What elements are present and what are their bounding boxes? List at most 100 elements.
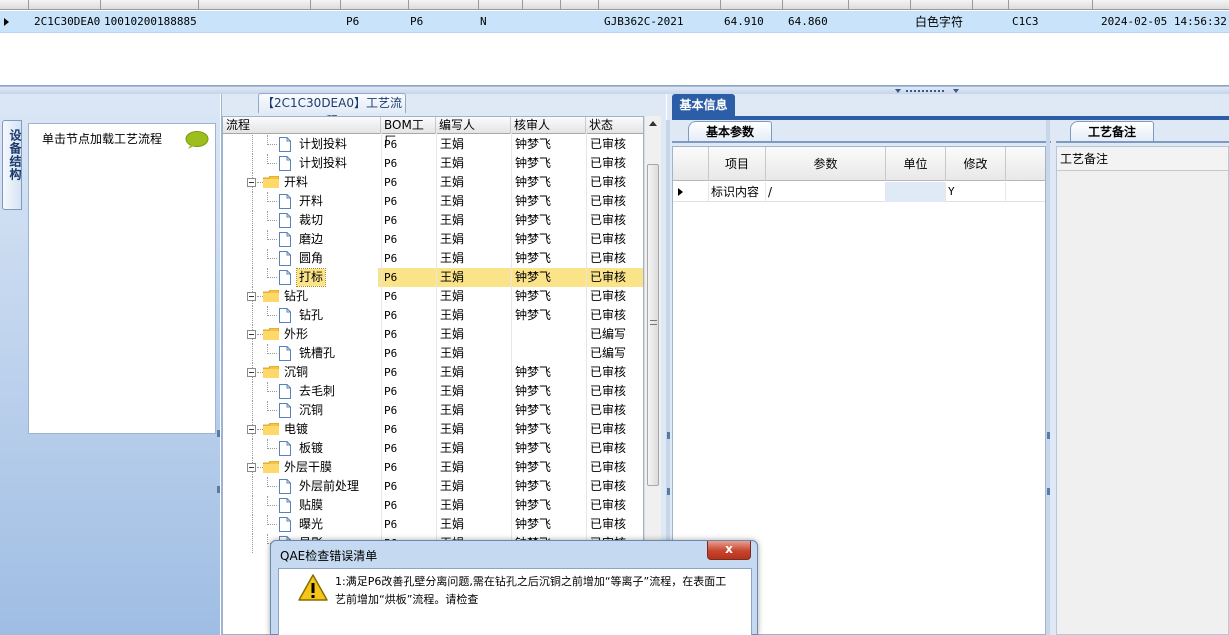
collapse-toggle-icon[interactable] [247, 368, 256, 377]
process-tree-row[interactable]: 外形 P6 王娟 已编写 [223, 325, 643, 344]
document-icon [279, 156, 291, 171]
process-tree-row[interactable]: 磨边 P6 王娟 钟梦飞 已审核 [223, 230, 643, 249]
cell-bom-factory: P6 [384, 404, 398, 417]
cell-writer: 王娟 [440, 213, 465, 227]
process-tree-row[interactable]: 铣槽孔 P6 王娟 已编写 [223, 344, 643, 363]
cell-reviewer: 钟梦飞 [515, 194, 552, 208]
horizontal-splitter[interactable] [0, 86, 1229, 94]
cell-writer: 王娟 [440, 194, 465, 208]
cell-bom-factory: P6 [384, 290, 398, 303]
cell-modified[interactable]: Y [946, 182, 1006, 202]
tab-underline [672, 141, 1051, 143]
folder-icon [263, 176, 279, 188]
process-tree-row[interactable]: 裁切 P6 王娟 钟梦飞 已审核 [223, 211, 643, 230]
load-process-hint: 单击节点加载工艺流程 [42, 132, 163, 146]
cell-writer: 王娟 [440, 327, 465, 341]
process-tree-row[interactable]: 钻孔 P6 王娟 钟梦飞 已审核 [223, 287, 643, 306]
process-tree-row[interactable]: 板镀 P6 王娟 钟梦飞 已审核 [223, 439, 643, 458]
tab-process-remark[interactable]: 工艺备注 [1070, 121, 1154, 142]
process-tree-row[interactable]: 圆角 P6 王娟 钟梦飞 已审核 [223, 249, 643, 268]
speech-bubble-icon [185, 131, 209, 149]
tab-basic-params[interactable]: 基本参数 [688, 121, 772, 142]
collapse-toggle-icon[interactable] [247, 463, 256, 472]
process-tree-row[interactable]: 计划投料 P6 王娟 钟梦飞 已审核 [223, 135, 643, 154]
cell-writer: 王娟 [440, 251, 465, 265]
tree-node-label: 板镀 [299, 441, 324, 455]
cell-writer: 王娟 [440, 479, 465, 493]
cell-bom-factory: P6 [384, 252, 398, 265]
collapse-toggle-icon[interactable] [247, 425, 256, 434]
process-tree-row[interactable]: 计划投料 P6 王娟 钟梦飞 已审核 [223, 154, 643, 173]
params-row[interactable]: 标识内容 / Y [673, 182, 1045, 202]
cell-bom-factory: P6 [384, 480, 398, 493]
cell-reviewer: 钟梦飞 [515, 213, 552, 227]
splitter-handle-icon[interactable] [217, 430, 220, 437]
tree-node-label: 贴膜 [299, 498, 324, 512]
splitter-handle-icon-4 [1047, 488, 1050, 495]
process-tree-row[interactable]: 去毛刺 P6 王娟 钟梦飞 已审核 [223, 382, 643, 401]
cell-code: 2C1C30DEA0 [34, 15, 101, 28]
cell-bom-factory: P6 [384, 214, 398, 227]
process-tree-row[interactable]: 曝光 P6 王娟 钟梦飞 已审核 [223, 515, 643, 534]
qae-error-dialog: QAE检查错误清单 x 1:满足P6改善孔壁分离问题,需在钻孔之后沉铜之前增加“… [270, 540, 758, 635]
cell-status: 已编写 [590, 327, 627, 341]
cell-param[interactable]: / [766, 182, 886, 202]
cell-reviewer: 钟梦飞 [515, 441, 552, 455]
cell-status: 已审核 [590, 498, 627, 512]
process-tree-row[interactable]: 外层干膜 P6 王娟 钟梦飞 已审核 [223, 458, 643, 477]
cell-bom-factory: P6 [384, 385, 398, 398]
splitter-handle-icon-2[interactable] [217, 486, 220, 493]
dialog-message: 1:满足P6改善孔壁分离问题,需在钻孔之后沉铜之前增加“等离子”流程，在表面工艺… [335, 575, 727, 606]
process-tree-row[interactable]: 开料 P6 王娟 钟梦飞 已审核 [223, 192, 643, 211]
tree-node-label: 圆角 [299, 251, 324, 265]
scroll-up-icon[interactable] [649, 121, 657, 126]
collapse-toggle-icon[interactable] [247, 330, 256, 339]
process-tree-row[interactable]: 电镀 P6 王娟 钟梦飞 已审核 [223, 420, 643, 439]
tab-basic-info[interactable]: 基本信息 [672, 94, 735, 116]
cell-reviewer: 钟梦飞 [515, 498, 552, 512]
dialog-close-button[interactable]: x [707, 541, 751, 560]
document-icon [279, 232, 291, 247]
cell-bom-factory: P6 [384, 328, 398, 341]
cell-status: 已审核 [590, 403, 627, 417]
process-tree-row[interactable]: 打标 P6 王娟 钟梦飞 已审核 [223, 268, 643, 287]
cell-number: 10010200188885 [104, 15, 197, 28]
cell-reviewer: 钟梦飞 [515, 365, 552, 379]
process-tree-row[interactable]: 开料 P6 王娟 钟梦飞 已审核 [223, 173, 643, 192]
top-grid-row[interactable]: 2C1C30DEA0 10010200188885 P6 P6 N GJB362… [0, 11, 1229, 33]
cell-flag: N [480, 15, 487, 28]
process-load-card[interactable]: 单击节点加载工艺流程 [28, 123, 216, 434]
process-remark-box[interactable]: 工艺备注 [1056, 146, 1229, 635]
col-header-item[interactable]: 项目 [709, 147, 766, 181]
process-tree-row[interactable]: 钻孔 P6 王娟 钟梦飞 已审核 [223, 306, 643, 325]
process-tree-row[interactable]: 贴膜 P6 王娟 钟梦飞 已审核 [223, 496, 643, 515]
cell-writer: 王娟 [440, 308, 465, 322]
tree-node-label: 裁切 [299, 213, 324, 227]
cell-bom-factory: P6 [384, 366, 398, 379]
process-tree-row[interactable]: 沉铜 P6 王娟 钟梦飞 已审核 [223, 363, 643, 382]
cell-value-b: 64.860 [788, 15, 828, 28]
collapse-toggle-icon[interactable] [247, 178, 256, 187]
vertical-splitter[interactable] [1046, 120, 1050, 635]
scroll-thumb[interactable] [647, 164, 659, 486]
tree-node-label: 沉铜 [284, 365, 309, 379]
col-header-modified[interactable]: 修改 [946, 147, 1006, 181]
cell-status: 已审核 [590, 251, 627, 265]
process-tree-row[interactable]: 外层前处理 P6 王娟 钟梦飞 已审核 [223, 477, 643, 496]
document-icon [279, 194, 291, 209]
collapse-arrow-icon [895, 89, 901, 93]
tab-equipment-structure[interactable]: 设备结构 [2, 120, 22, 210]
col-header-unit[interactable]: 单位 [886, 147, 946, 181]
cell-status: 已审核 [590, 213, 627, 227]
collapse-toggle-icon[interactable] [247, 292, 256, 301]
process-tree-row[interactable]: 沉铜 P6 王娟 钟梦飞 已审核 [223, 401, 643, 420]
cell-reviewer: 钟梦飞 [515, 403, 552, 417]
cell-unit[interactable] [886, 182, 946, 202]
cell-status: 已审核 [590, 194, 627, 208]
document-icon [279, 384, 291, 399]
col-header-param[interactable]: 参数 [766, 147, 886, 181]
cell-writer: 王娟 [440, 441, 465, 455]
cell-factory-b: P6 [410, 15, 424, 28]
tab-process-flow[interactable]: 【2C1C30DEA0】工艺流程 [258, 93, 406, 128]
cell-reviewer: 钟梦飞 [515, 517, 552, 531]
